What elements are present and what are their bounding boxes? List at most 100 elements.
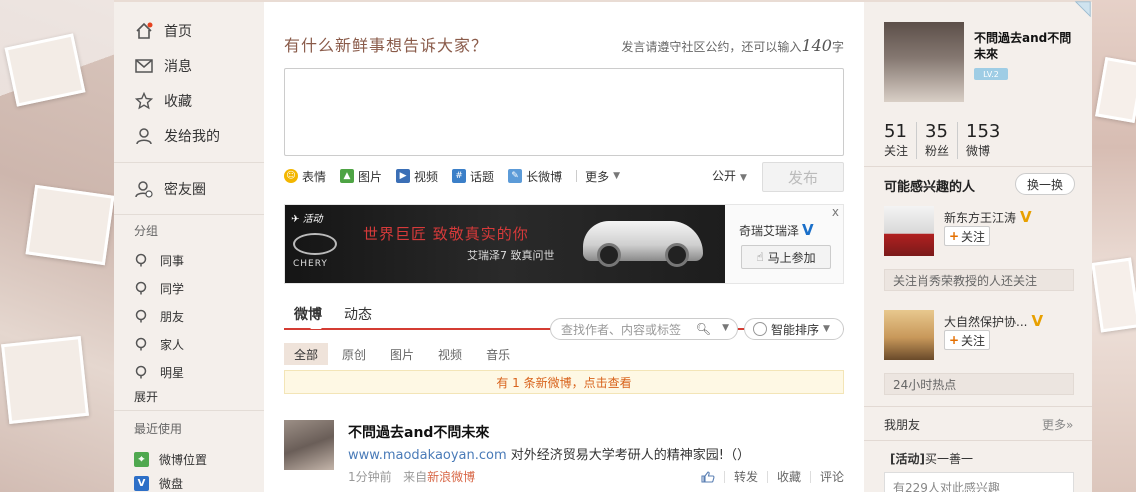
publisher-tools: ☺ 表情 ▲ 图片 ▶ 视频 # 话题 ✎ 长微博 更多 ▼ — [284, 167, 634, 185]
map-pin-icon — [134, 337, 148, 351]
chevron-down-icon[interactable]: ▼ — [722, 323, 729, 333]
refresh-button[interactable]: 换一换 — [1015, 173, 1075, 195]
verified-icon: V — [802, 221, 814, 239]
repost-button[interactable]: 转发 — [734, 468, 758, 485]
app-label: 微博位置 — [159, 452, 208, 467]
weipan-app-icon: V — [134, 475, 149, 491]
background-left — [0, 0, 115, 492]
tool-topic[interactable]: # 话题 — [452, 168, 494, 185]
more-link[interactable]: 更多» — [1042, 416, 1073, 433]
stat-value: 51 — [884, 121, 907, 142]
my-friends-title: 我朋友 — [884, 418, 921, 432]
publish-button[interactable]: 发布 — [762, 162, 844, 192]
tool-image[interactable]: ▲ 图片 — [340, 168, 382, 185]
map-pin-icon — [134, 365, 148, 379]
filter-music[interactable]: 音乐 — [476, 343, 520, 365]
image-icon: ▲ — [340, 169, 355, 183]
recommend-user-name[interactable]: 大自然保护协... V — [944, 312, 1043, 330]
publisher-tip-suffix: 字 — [831, 40, 844, 54]
filter-all[interactable]: 全部 — [284, 343, 329, 365]
post-source[interactable]: 新浪微博 — [427, 470, 475, 484]
recent-header: 最近使用 — [134, 422, 183, 436]
tab-weibo[interactable]: 微博 — [294, 304, 322, 324]
avatar[interactable] — [884, 310, 934, 360]
group-item-family[interactable]: 家人 — [134, 335, 184, 353]
avatar[interactable] — [284, 420, 334, 470]
filter-images[interactable]: 图片 — [380, 343, 424, 365]
new-posts-notice[interactable]: 有 1 条新微博，点击查看 — [284, 370, 844, 394]
tool-emoji[interactable]: ☺ 表情 — [284, 168, 326, 185]
stat-followers[interactable]: 35 粉丝 — [925, 122, 959, 159]
follow-button[interactable]: + 关注 — [944, 330, 990, 350]
group-header: 分组 — [134, 224, 159, 238]
visibility-dropdown[interactable]: 公开 ▼ — [712, 167, 747, 184]
car-image — [583, 221, 703, 267]
group-item-classmates[interactable]: 同学 — [134, 279, 184, 297]
thumbs-up-icon[interactable] — [701, 470, 715, 483]
search-icon[interactable]: 🔍︎ — [696, 322, 711, 336]
expand-groups-link[interactable]: 展开 — [134, 388, 158, 405]
profile-name[interactable]: 不問過去and不問未來 — [974, 30, 1074, 62]
nav-messages[interactable]: 消息 — [134, 55, 192, 77]
page-curl-icon[interactable] — [1074, 0, 1092, 18]
tab-activity[interactable]: 动态 — [344, 304, 372, 324]
post-link[interactable]: www.maodakaoyan.com — [348, 448, 507, 463]
location-app-icon: ⌖ — [134, 451, 149, 467]
stat-posts[interactable]: 153 微博 — [966, 122, 1008, 159]
post-author[interactable]: 不問過去and不問未來 — [348, 422, 489, 442]
nav-close-friends-label: 密友圈 — [164, 182, 206, 198]
recommend-user-name[interactable]: 新东方王江涛 V — [944, 208, 1032, 226]
group-item-friends[interactable]: 朋友 — [134, 307, 184, 325]
tool-video[interactable]: ▶ 视频 — [396, 168, 438, 185]
tool-long-weibo[interactable]: ✎ 长微博 — [508, 168, 562, 185]
nav-favorites-label: 收藏 — [164, 94, 192, 110]
ad-account[interactable]: 奇瑞艾瑞泽 V — [739, 221, 814, 239]
plus-icon: + — [948, 229, 960, 243]
post-textarea[interactable] — [284, 68, 844, 156]
person-icon — [134, 126, 154, 146]
divider — [114, 162, 264, 163]
verified-icon: V — [1031, 312, 1044, 330]
feed-post: 不問過去and不問未來 www.maodakaoyan.com 对外经济贸易大学… — [284, 420, 844, 492]
filter-videos[interactable]: 视频 — [428, 343, 472, 365]
tool-more-dropdown[interactable]: 更多 ▼ — [585, 168, 620, 185]
decorative-photo — [1095, 56, 1136, 124]
ad-image[interactable]: ✈ 活动 CHERY 世界巨匠 致敬真实的你 艾瑞泽7 致真问世 — [285, 205, 725, 283]
favorite-button[interactable]: 收藏 — [777, 468, 801, 485]
nav-close-friends[interactable]: 密友圈 — [134, 178, 206, 200]
nav-home-label: 首页 — [164, 24, 192, 40]
ad-join-button[interactable]: ☝ 马上参加 — [741, 245, 831, 269]
avatar[interactable] — [884, 22, 964, 102]
follow-button[interactable]: + 关注 — [944, 226, 990, 246]
ad-join-label: 马上参加 — [767, 250, 816, 265]
map-pin-icon — [134, 253, 148, 267]
nav-home[interactable]: 首页 — [134, 20, 192, 42]
activity-tag: [活动] — [890, 452, 925, 466]
group-item-stars[interactable]: 明星 — [134, 363, 184, 381]
feed-search-input[interactable]: 查找作者、内容或标签 🔍︎ ▼ — [550, 318, 738, 340]
tool-label: 视频 — [414, 169, 439, 184]
nav-favorites[interactable]: 收藏 — [134, 90, 192, 112]
app-weipan[interactable]: V 微盘 — [134, 474, 183, 492]
app-weibo-location[interactable]: ⌖ 微博位置 — [134, 450, 207, 468]
post-actions: 转发 收藏 评论 — [701, 468, 844, 485]
divider — [766, 470, 768, 483]
activity-box[interactable]: 有229人对此感兴趣 — [884, 472, 1074, 492]
nav-sent-to-me[interactable]: 发给我的 — [134, 125, 220, 147]
follow-label: 关注 — [961, 229, 986, 244]
group-item-label: 同学 — [160, 281, 185, 296]
level-badge[interactable]: LV.2 — [974, 68, 1008, 80]
right-sidebar: 不問過去and不問未來 LV.2 51 关注 35 粉丝 153 微博 可能感兴… — [864, 2, 1092, 492]
sort-dropdown[interactable]: 智能排序 ▼ — [744, 318, 844, 340]
stat-label: 粉丝 — [925, 144, 950, 158]
activity-title[interactable]: [活动]买一善一 — [890, 450, 973, 467]
recommend-reason: 关注肖秀荣教授的人还关注 — [884, 269, 1074, 291]
post-time[interactable]: 1分钟前 — [348, 470, 392, 484]
group-item-colleagues[interactable]: 同事 — [134, 251, 184, 269]
stat-following[interactable]: 51 关注 — [884, 121, 918, 159]
avatar[interactable] — [884, 206, 934, 256]
filter-original[interactable]: 原创 — [332, 343, 376, 365]
close-friends-icon — [134, 179, 154, 199]
comment-button[interactable]: 评论 — [820, 468, 844, 485]
close-icon[interactable]: x — [832, 205, 839, 219]
